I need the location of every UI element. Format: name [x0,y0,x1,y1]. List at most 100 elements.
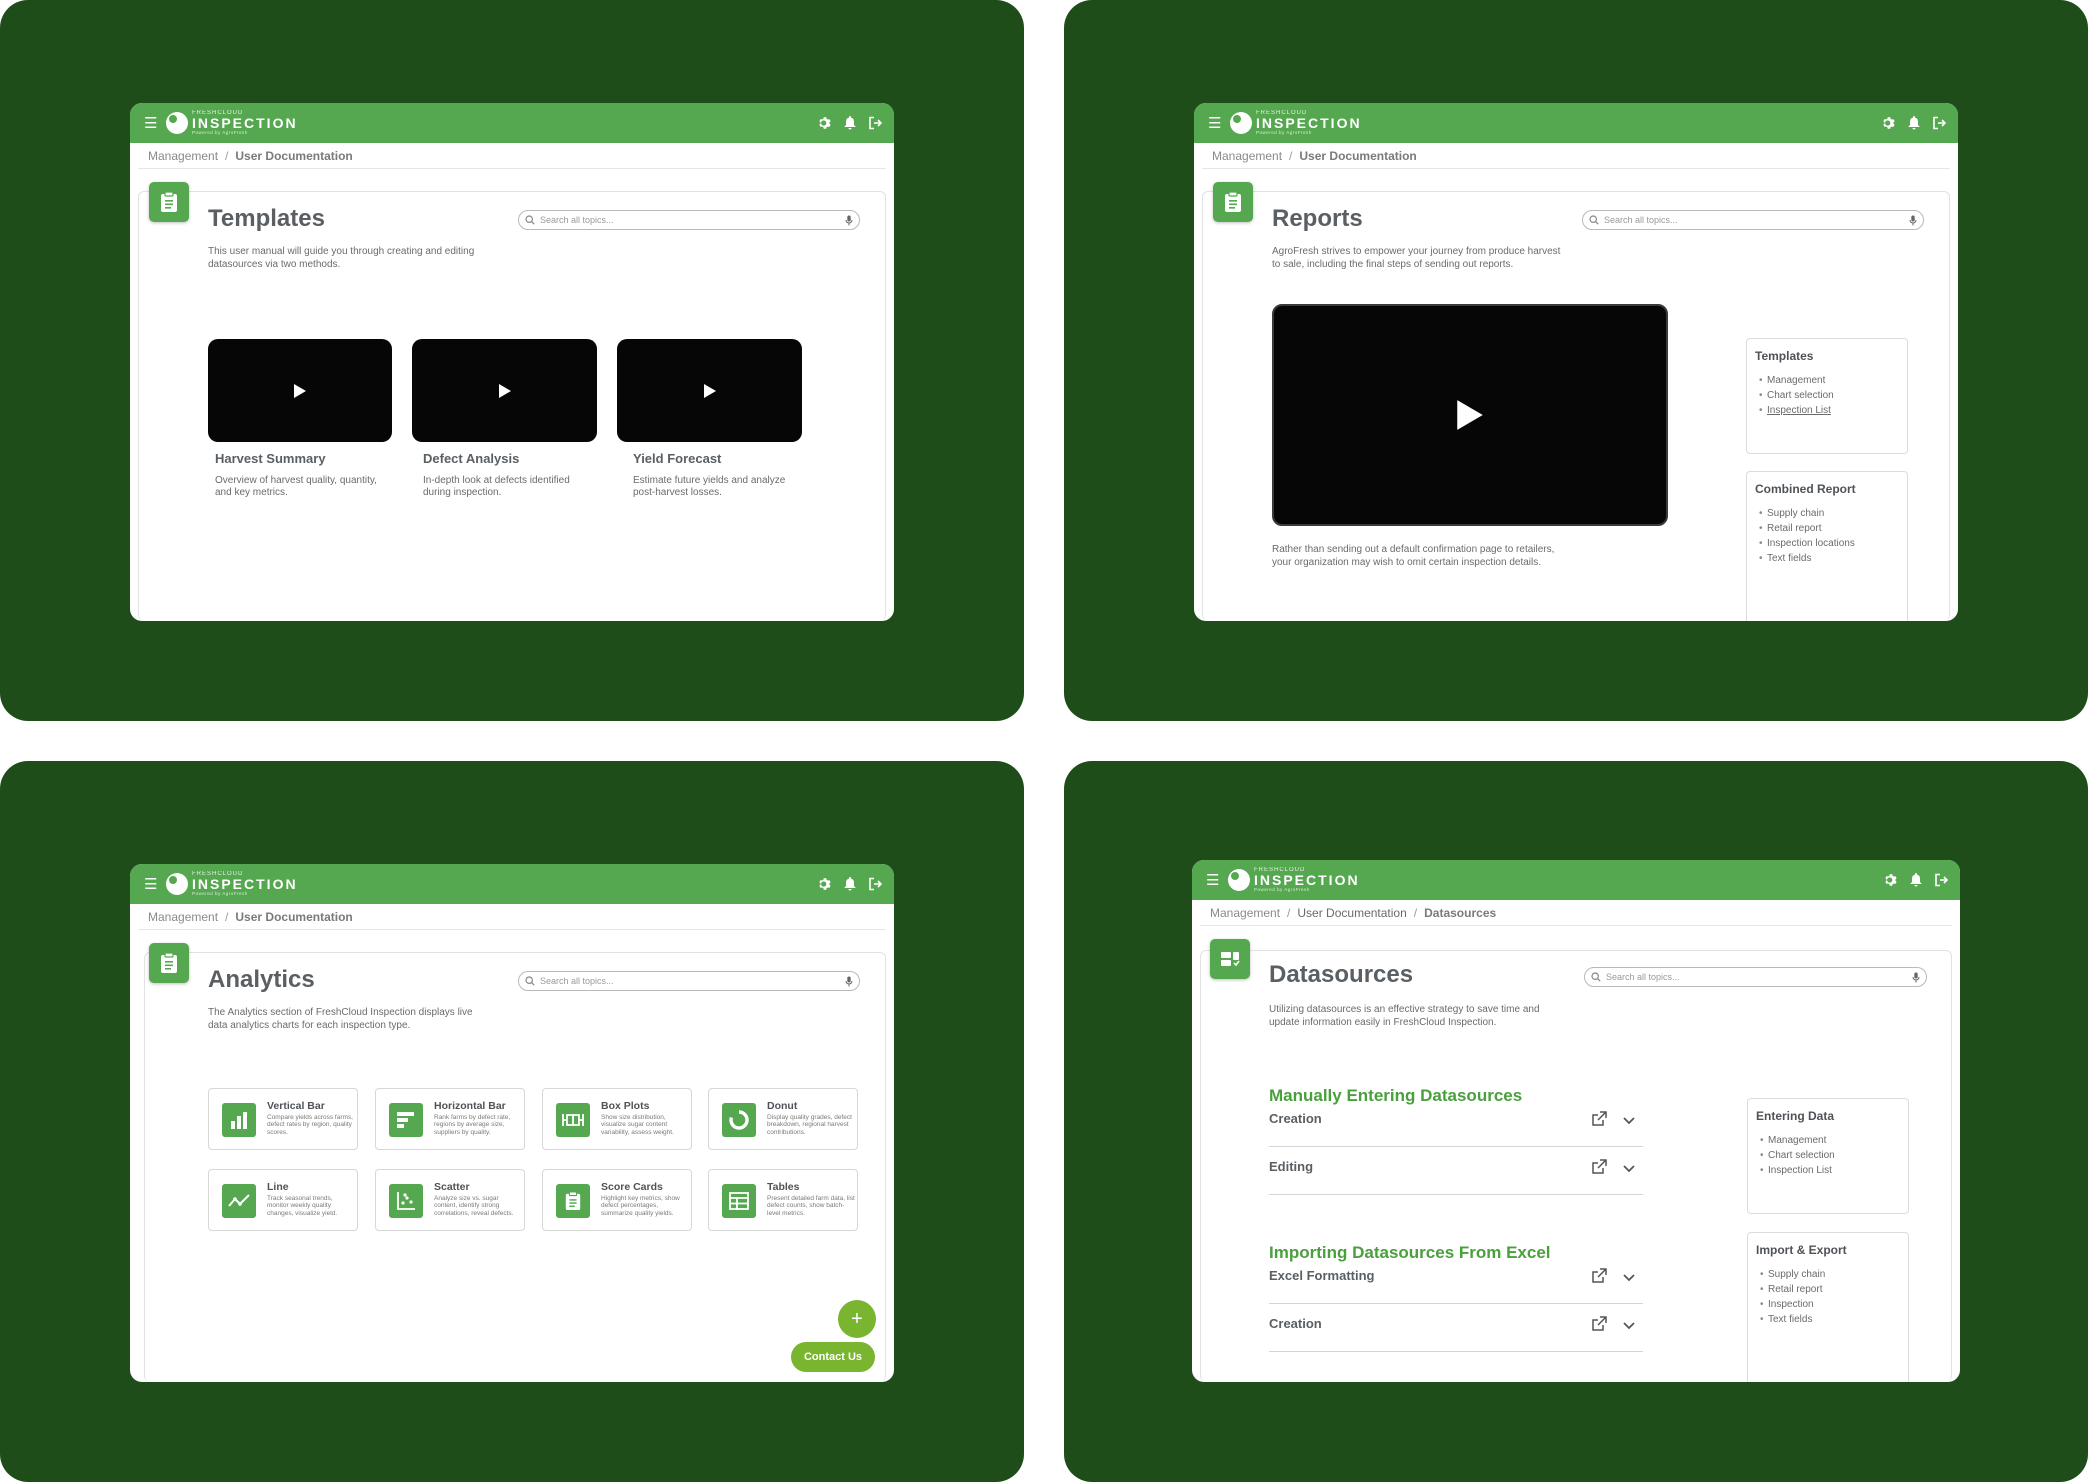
video-player[interactable] [1272,304,1668,526]
search-input[interactable]: Search all topics... [518,210,860,230]
app-logo[interactable]: FRESHCLOUD INSPECTION Powered by AgroFre… [166,871,298,897]
play-icon[interactable] [1455,398,1485,432]
side-nav-link[interactable]: Inspection locations [1755,536,1899,551]
accordion-row[interactable]: Creation [1269,1308,1643,1352]
microphone-icon[interactable] [845,215,853,226]
breadcrumb-user-documentation[interactable]: User Documentation [235,910,352,924]
microphone-icon[interactable] [1912,972,1920,983]
gear-icon[interactable] [817,877,832,892]
breadcrumb-user-documentation[interactable]: User Documentation [1299,149,1416,163]
video-player-yield-forecast[interactable] [617,339,802,442]
search-input[interactable]: Search all topics... [518,971,860,991]
play-icon[interactable] [703,383,717,399]
breadcrumb-management[interactable]: Management [148,910,218,924]
external-link-icon[interactable] [1591,1111,1607,1132]
accordion-row[interactable]: Excel Formatting [1269,1260,1643,1304]
bell-icon[interactable] [1906,116,1921,131]
video-title[interactable]: Defect Analysis [423,451,519,466]
templates-tile: ☰ FRESHCLOUD INSPECTION Powered by AgroF… [0,0,1024,721]
side-nav-link[interactable]: Text fields [1756,1312,1900,1327]
video-title[interactable]: Harvest Summary [215,451,326,466]
breadcrumb-management[interactable]: Management [148,149,218,163]
search-input[interactable]: Search all topics... [1584,967,1927,987]
chart-type-card[interactable]: Horizontal Bar Rank farms by defect rate… [375,1088,525,1150]
video-caption: Rather than sending out a default confir… [1272,544,1555,568]
logo-sub: Powered by AgroFresh [192,891,248,897]
chart-type-card[interactable]: Tables Present detailed farm data, list … [708,1169,858,1231]
breadcrumb-datasources[interactable]: Datasources [1424,906,1496,920]
gear-icon[interactable] [1883,873,1898,888]
top-bar: ☰ FRESHCLOUD INSPECTION Powered by AgroF… [1194,103,1958,143]
external-link-icon[interactable] [1591,1268,1607,1289]
accordion-label[interactable]: Creation [1269,1111,1322,1126]
video-player-defect-analysis[interactable] [412,339,597,442]
bell-icon[interactable] [1908,873,1923,888]
video-title[interactable]: Yield Forecast [633,451,721,466]
play-icon[interactable] [293,383,307,399]
side-nav-link[interactable]: Chart selection [1755,388,1899,403]
side-nav-link[interactable]: Chart selection [1756,1148,1900,1163]
chart-type-name: Vertical Bar [267,1100,325,1112]
logout-icon[interactable] [1933,873,1948,888]
side-nav-link[interactable]: Retail report [1756,1282,1900,1297]
chart-type-card[interactable]: Scatter Analyze size vs. sugar content, … [375,1169,525,1231]
chevron-down-icon[interactable] [1623,1317,1635,1335]
video-player-harvest-summary[interactable] [208,339,392,442]
breadcrumb-user-documentation[interactable]: User Documentation [1297,906,1406,920]
play-icon[interactable] [498,383,512,399]
gear-icon[interactable] [1881,116,1896,131]
chart-type-card[interactable]: Box Plots Show size distribution, visual… [542,1088,692,1150]
side-nav-link[interactable]: Supply chain [1755,506,1899,521]
accordion-label[interactable]: Excel Formatting [1269,1268,1374,1283]
menu-icon[interactable]: ☰ [144,114,164,132]
bell-icon[interactable] [842,116,857,131]
contact-us-button[interactable]: Contact Us [791,1342,875,1372]
accordion-row[interactable]: Creation [1269,1103,1643,1147]
bell-icon[interactable] [842,877,857,892]
side-nav-link[interactable]: Supply chain [1756,1267,1900,1282]
side-nav-link[interactable]: Inspection [1756,1297,1900,1312]
side-nav-link[interactable]: Inspection List [1756,1163,1900,1178]
external-link-icon[interactable] [1591,1316,1607,1337]
accordion-row[interactable]: Editing [1269,1151,1643,1195]
side-nav-link[interactable]: Management [1755,373,1899,388]
menu-icon[interactable]: ☰ [1208,114,1228,132]
microphone-icon[interactable] [845,976,853,987]
microphone-icon[interactable] [1909,215,1917,226]
accordion-label[interactable]: Creation [1269,1316,1322,1331]
side-nav-link[interactable]: Retail report [1755,521,1899,536]
top-bar: ☰ FRESHCLOUD INSPECTION Powered by AgroF… [130,103,894,143]
app-logo[interactable]: FRESHCLOUD INSPECTION Powered by AgroFre… [1228,867,1360,893]
search-placeholder: Search all topics... [1604,215,1678,225]
accordion-label[interactable]: Editing [1269,1159,1313,1174]
chevron-down-icon[interactable] [1623,1160,1635,1178]
top-bar: ☰ FRESHCLOUD INSPECTION Powered by AgroF… [130,864,894,904]
breadcrumb-management[interactable]: Management [1212,149,1282,163]
chart-type-card[interactable]: Line Track seasonal trends, monitor week… [208,1169,358,1231]
breadcrumb-user-documentation[interactable]: User Documentation [235,149,352,163]
side-nav-link[interactable]: Text fields [1755,551,1899,566]
table-icon [722,1184,756,1218]
scatter-icon [389,1184,423,1218]
search-icon [1589,215,1599,225]
external-link-icon[interactable] [1591,1159,1607,1180]
app-logo[interactable]: FRESHCLOUD INSPECTION Powered by AgroFre… [1230,110,1362,136]
logout-icon[interactable] [867,877,882,892]
menu-icon[interactable]: ☰ [144,875,164,893]
logout-icon[interactable] [867,116,882,131]
chevron-down-icon[interactable] [1623,1112,1635,1130]
chart-type-card[interactable]: Donut Display quality grades, defect bre… [708,1088,858,1150]
logout-icon[interactable] [1931,116,1946,131]
search-input[interactable]: Search all topics... [1582,210,1924,230]
menu-icon[interactable]: ☰ [1206,871,1226,889]
add-button[interactable]: + [838,1300,876,1338]
logo-mark-icon [166,112,188,134]
chart-type-card[interactable]: Score Cards Highlight key metrics, show … [542,1169,692,1231]
chevron-down-icon[interactable] [1623,1269,1635,1287]
app-logo[interactable]: FRESHCLOUD INSPECTION Powered by AgroFre… [166,110,298,136]
gear-icon[interactable] [817,116,832,131]
breadcrumb-management[interactable]: Management [1210,906,1280,920]
side-nav-link[interactable]: Management [1756,1133,1900,1148]
chart-type-card[interactable]: Vertical Bar Compare yields across farms… [208,1088,358,1150]
side-nav-link[interactable]: Inspection List [1755,403,1899,418]
